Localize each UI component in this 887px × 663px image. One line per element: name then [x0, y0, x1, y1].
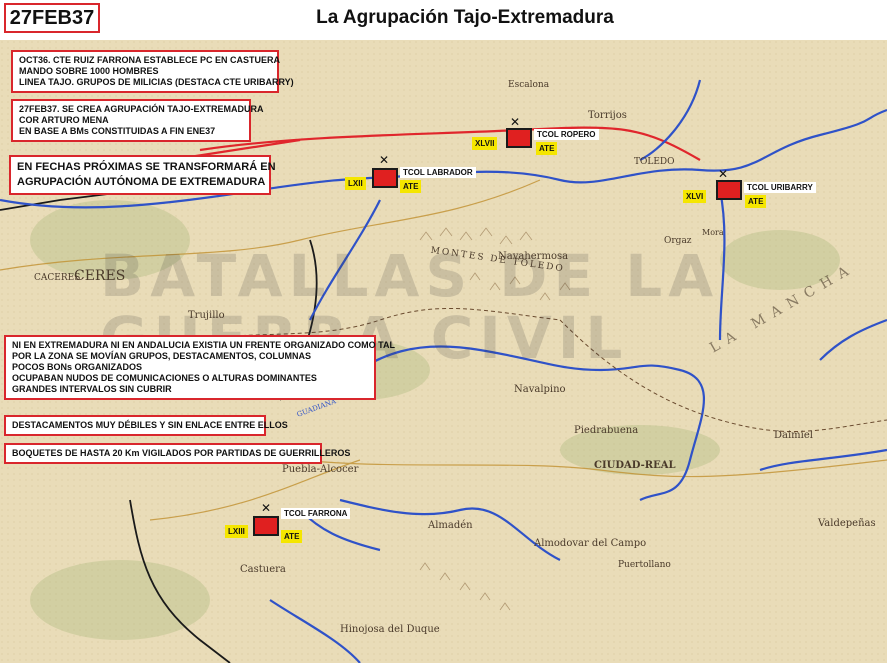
note-front-line-3: POCOS BONs ORGANIZADOS [12, 362, 143, 372]
unit-commander: TCOL FARRONA [281, 508, 351, 519]
header: 27FEB37 La Agrupación Tajo-Extremadura [0, 0, 887, 40]
note-future: EN FECHAS PRÓXIMAS SE TRANSFORMARÁ EN AG… [9, 155, 276, 195]
label-trujillo: Trujillo [188, 310, 225, 321]
date-label: 27FEB37 [4, 3, 100, 33]
unit-size-marker: ✕ [379, 153, 390, 167]
note-oct36-line-1: OCT36. CTE RUIZ FARRONA ESTABLECE PC EN … [19, 55, 281, 65]
note-front: NI EN EXTREMADURA NI EN ANDALUCIA EXISTI… [4, 335, 395, 400]
label-mora: Mora [702, 228, 724, 237]
label-toledo: TOLEDO [634, 157, 675, 167]
note-future-line-2: AGRUPACIÓN AUTÓNOMA DE EXTREMADURA [17, 176, 266, 188]
note-weak: DESTACAMENTOS MUY DÉBILES Y SIN ENLACE E… [4, 415, 288, 436]
label-escalona: Escalona [508, 80, 550, 90]
unit-number: XLVII [472, 137, 498, 150]
unit-flag-icon [716, 180, 742, 200]
note-oct36-line-2: MANDO SOBRE 1000 HOMBRES [19, 66, 159, 76]
unit-flag-icon [506, 128, 532, 148]
note-gaps-text: BOQUETES DE HASTA 20 Km VIGILADOS POR PA… [12, 448, 351, 458]
note-feb37: 27FEB37. SE CREA AGRUPACIÓN TAJO-EXTREMA… [11, 99, 264, 142]
unit-flag-icon [372, 168, 398, 188]
unit-number: LXII [345, 177, 366, 190]
label-ciudad-real: CIUDAD-REAL [594, 460, 676, 471]
note-front-line-4: OCUPABAN NUDOS DE COMUNICACIONES O ALTUR… [12, 373, 317, 383]
note-future-line-1: EN FECHAS PRÓXIMAS SE TRANSFORMARÁ EN [17, 161, 276, 173]
note-feb37-line-2: COR ARTURO MENA [19, 115, 109, 125]
unit-flag-icon [253, 516, 279, 536]
note-weak-text: DESTACAMENTOS MUY DÉBILES Y SIN ENLACE E… [12, 420, 288, 430]
unit-size-marker: ✕ [261, 501, 272, 515]
note-feb37-line-1: 27FEB37. SE CREA AGRUPACIÓN TAJO-EXTREMA… [19, 104, 264, 114]
unit-commander: TCOL ROPERO [534, 129, 599, 140]
label-ceres: CERES [74, 268, 126, 284]
note-oct36-line-3: LINEA TAJO. GRUPOS DE MILICIAS (DESTACA … [19, 77, 294, 87]
unit-number: XLVI [683, 190, 707, 203]
label-puertollano: Puertollano [618, 560, 671, 570]
label-hinojosa: Hinojosa del Duque [340, 624, 440, 635]
label-piedrabuena: Piedrabuena [574, 425, 639, 436]
note-front-line-2: POR LA ZONA SE MOVÍAN GRUPOS, DESTACAMEN… [12, 351, 312, 361]
label-torrijos: Torrijos [588, 110, 627, 121]
note-oct36: OCT36. CTE RUIZ FARRONA ESTABLECE PC EN … [11, 50, 294, 93]
label-puebla-alcocer: Puebla-Alcocer [282, 464, 359, 475]
label-valdepenas: Valdepeñas [818, 518, 876, 529]
label-almodovar: Almodovar del Campo [534, 538, 647, 549]
label-castuera: Castuera [240, 564, 286, 575]
unit-side: ATE [400, 180, 422, 193]
unit-side: ATE [745, 195, 767, 208]
unit-commander: TCOL URIBARRY [744, 182, 816, 193]
note-front-line-5: GRANDES INTERVALOS SIN CUBRIR [12, 384, 172, 394]
unit-side: ATE [281, 530, 303, 543]
label-daimiel: Daimiel [774, 430, 813, 441]
label-orgaz: Orgaz [664, 236, 692, 246]
unit-size-marker: ✕ [718, 167, 729, 181]
label-navalpino: Navalpino [514, 384, 566, 395]
unit-side: ATE [536, 142, 558, 155]
note-front-line-1: NI EN EXTREMADURA NI EN ANDALUCIA EXISTI… [12, 340, 395, 350]
map: BATALLAS DE LA GUERRA CIVIL TOLEDO Torri… [0, 40, 887, 663]
note-feb37-line-3: EN BASE A BMs CONSTITUIDAS A FIN ENE37 [19, 126, 216, 136]
page-title: La Agrupación Tajo-Extremadura [316, 7, 614, 28]
unit-number: LXIII [225, 525, 248, 538]
label-almaden: Almadén [428, 520, 473, 531]
unit-commander: TCOL LABRADOR [400, 167, 476, 178]
unit-size-marker: ✕ [510, 115, 521, 129]
note-gaps: BOQUETES DE HASTA 20 Km VIGILADOS POR PA… [4, 443, 351, 464]
